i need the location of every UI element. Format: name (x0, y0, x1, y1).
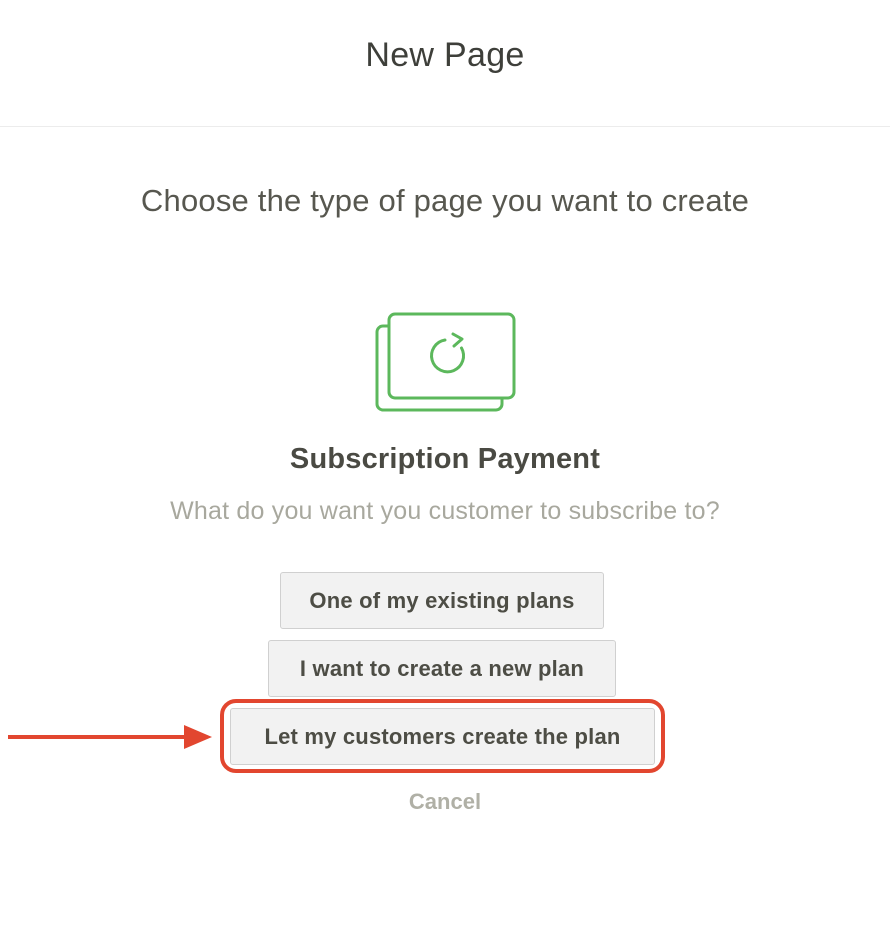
page-title: New Page (365, 36, 525, 74)
existing-plans-button[interactable]: One of my existing plans (280, 572, 604, 629)
modal-header: New Page (0, 0, 890, 127)
customers-create-plan-button[interactable]: Let my customers create the plan (230, 708, 655, 765)
cancel-link[interactable]: Cancel (0, 789, 890, 815)
subscription-refresh-icon (375, 312, 519, 414)
choose-type-prompt: Choose the type of page you want to crea… (140, 183, 750, 218)
create-new-plan-button[interactable]: I want to create a new plan (268, 640, 616, 697)
page-type-title: Subscription Payment (289, 443, 601, 475)
right-arrow-icon (6, 722, 218, 752)
page-type-question: What do you want you customer to subscri… (170, 497, 720, 525)
